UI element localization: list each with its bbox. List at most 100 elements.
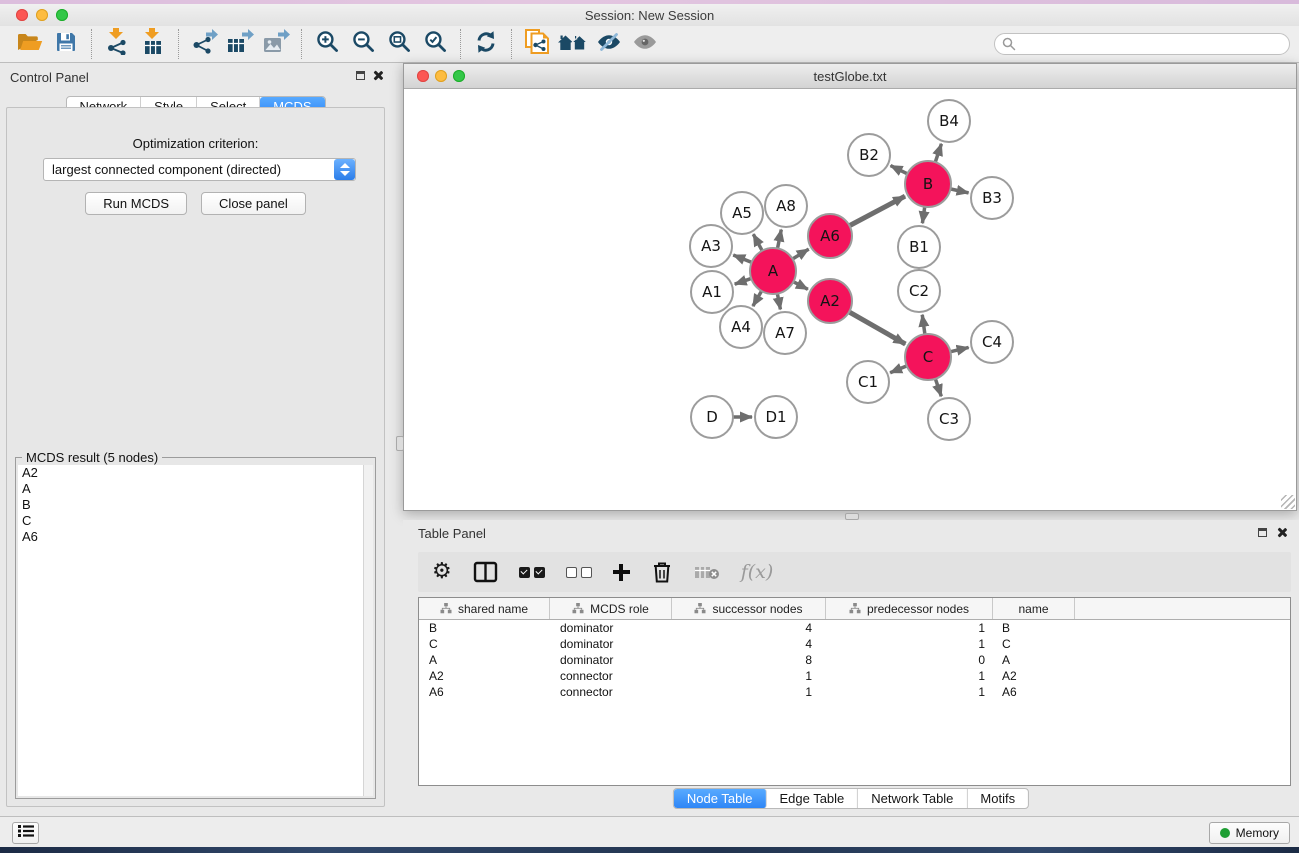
tab-node-table[interactable]: Node Table <box>674 789 767 808</box>
float-panel-icon[interactable] <box>356 71 365 80</box>
horizontal-split-handle[interactable] <box>845 513 859 520</box>
export-table-button[interactable] <box>222 29 258 60</box>
table-row[interactable]: A2connector11A2 <box>419 668 1290 684</box>
cell[interactable]: 1 <box>826 637 993 651</box>
open-session-button[interactable] <box>12 29 48 60</box>
result-item[interactable]: A6 <box>18 529 363 545</box>
search-field[interactable] <box>994 33 1290 55</box>
edge-C-C4[interactable] <box>948 347 968 352</box>
window-resize-grip[interactable] <box>1281 495 1295 509</box>
edge-B-B4[interactable] <box>935 144 942 164</box>
network-window-titlebar[interactable]: testGlobe.txt <box>404 64 1296 89</box>
mcds-result-list[interactable]: A2ABCA6 <box>18 465 363 796</box>
network-canvas[interactable]: AA1A2A3A4A5A6A7A8BB1B2B3B4CC1C2C3C4DD1 <box>405 89 1295 509</box>
cell[interactable]: A6 <box>419 685 550 699</box>
cell[interactable]: A <box>419 653 550 667</box>
cell[interactable]: C <box>419 637 550 651</box>
cell[interactable]: 4 <box>672 637 826 651</box>
cell[interactable]: A2 <box>419 669 550 683</box>
edge-A-A8[interactable] <box>777 230 781 251</box>
zoom-out-button[interactable] <box>345 29 381 60</box>
search-input[interactable] <box>994 33 1290 55</box>
delete-table-icon[interactable] <box>694 563 720 581</box>
tab-motifs[interactable]: Motifs <box>967 789 1028 808</box>
cell[interactable]: 1 <box>826 685 993 699</box>
close-panel-button[interactable]: Close panel <box>201 192 306 215</box>
zoom-in-button[interactable] <box>309 29 345 60</box>
vertical-split-handle[interactable] <box>396 436 404 451</box>
result-item[interactable]: A <box>18 481 363 497</box>
float-table-panel-icon[interactable] <box>1258 528 1267 537</box>
export-network-button[interactable] <box>186 29 222 60</box>
column-header-shared-name[interactable]: shared name <box>419 598 550 619</box>
cell[interactable]: dominator <box>550 653 672 667</box>
delete-trash-icon[interactable] <box>651 560 673 584</box>
column-header-predecessor-nodes[interactable]: predecessor nodes <box>826 598 993 619</box>
result-item[interactable]: B <box>18 497 363 513</box>
duplicate-network-button[interactable] <box>519 29 555 60</box>
cell[interactable]: C <box>993 637 1075 651</box>
edge-A-A3[interactable] <box>733 255 753 263</box>
import-table-button[interactable] <box>135 29 171 60</box>
cell[interactable]: A2 <box>993 669 1075 683</box>
main-titlebar[interactable]: Session: New Session <box>0 4 1299 26</box>
refresh-button[interactable] <box>468 29 504 60</box>
function-builder-icon[interactable]: f(x) <box>741 561 774 583</box>
close-window-button[interactable] <box>16 9 28 21</box>
save-session-button[interactable] <box>48 29 84 60</box>
table-row[interactable]: A6connector11A6 <box>419 684 1290 700</box>
cell[interactable]: connector <box>550 685 672 699</box>
edge-A-A6[interactable] <box>791 249 809 260</box>
tab-network-table[interactable]: Network Table <box>858 789 967 808</box>
select-all-icon[interactable] <box>519 567 545 578</box>
edge-A6-B[interactable] <box>848 196 905 226</box>
cell[interactable]: 0 <box>826 653 993 667</box>
cell[interactable]: A <box>993 653 1075 667</box>
result-scrollbar[interactable] <box>363 465 373 796</box>
cell[interactable]: B <box>993 621 1075 635</box>
edge-A-A5[interactable] <box>753 234 763 252</box>
run-mcds-button[interactable]: Run MCDS <box>85 192 187 215</box>
cell[interactable]: 1 <box>672 685 826 699</box>
tab-edge-table[interactable]: Edge Table <box>766 789 858 808</box>
show-graphics-button[interactable] <box>627 29 663 60</box>
cell[interactable]: 1 <box>672 669 826 683</box>
edge-A2-C[interactable] <box>847 311 905 344</box>
cell[interactable]: dominator <box>550 637 672 651</box>
edge-C-C2[interactable] <box>922 315 925 336</box>
edge-B-B3[interactable] <box>949 188 969 192</box>
cell[interactable]: connector <box>550 669 672 683</box>
table-row[interactable]: Cdominator41C <box>419 636 1290 652</box>
cell[interactable]: 8 <box>672 653 826 667</box>
edge-C-C1[interactable] <box>890 365 908 373</box>
minimize-window-button[interactable] <box>36 9 48 21</box>
zoom-selected-button[interactable] <box>417 29 453 60</box>
edge-B-B2[interactable] <box>891 166 910 175</box>
table-settings-gear-icon[interactable]: ⚙ <box>432 561 452 583</box>
create-column-plus-icon[interactable] <box>613 564 630 581</box>
result-item[interactable]: C <box>18 513 363 529</box>
deselect-all-icon[interactable] <box>566 567 592 578</box>
hide-graphics-button[interactable] <box>591 29 627 60</box>
import-network-button[interactable] <box>99 29 135 60</box>
home-view-button[interactable] <box>555 29 591 60</box>
memory-button[interactable]: Memory <box>1209 822 1290 844</box>
cell[interactable]: dominator <box>550 621 672 635</box>
result-item[interactable]: A2 <box>18 465 363 481</box>
task-history-button[interactable] <box>12 822 39 844</box>
cell[interactable]: A6 <box>993 685 1075 699</box>
zoom-fit-button[interactable] <box>381 29 417 60</box>
optimization-criterion-select[interactable]: largest connected component (directed) <box>43 158 356 181</box>
zoom-window-button[interactable] <box>56 9 68 21</box>
show-columns-icon[interactable] <box>473 561 498 583</box>
cell[interactable]: B <box>419 621 550 635</box>
close-table-panel-icon[interactable] <box>1276 527 1287 538</box>
table-row[interactable]: Adominator80A <box>419 652 1290 668</box>
cell[interactable]: 4 <box>672 621 826 635</box>
edge-C-C3[interactable] <box>935 377 942 396</box>
close-panel-icon[interactable] <box>372 70 383 81</box>
column-header-name[interactable]: name <box>993 598 1075 619</box>
cell[interactable]: 1 <box>826 669 993 683</box>
table-row[interactable]: Bdominator41B <box>419 620 1290 636</box>
column-header-MCDS-role[interactable]: MCDS role <box>550 598 672 619</box>
